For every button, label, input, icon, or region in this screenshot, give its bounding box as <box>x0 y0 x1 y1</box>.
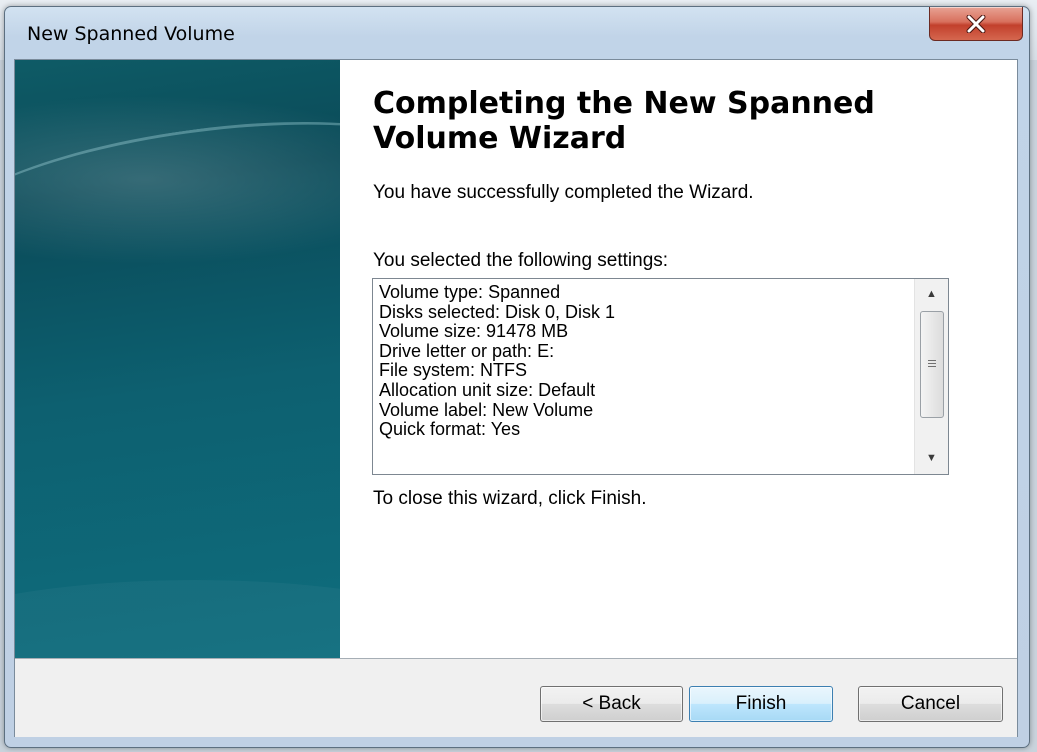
window-title: New Spanned Volume <box>27 23 235 45</box>
scroll-down-arrow-icon[interactable]: ▼ <box>915 445 948 471</box>
vertical-scrollbar[interactable]: ▲ ▼ <box>914 279 948 474</box>
wizard-heading: Completing the New Spanned Volume Wizard <box>373 86 875 156</box>
scrollbar-thumb[interactable] <box>920 311 944 418</box>
finish-button[interactable]: Finish <box>689 686 833 722</box>
settings-summary-box[interactable]: Volume type: Spanned Disks selected: Dis… <box>372 278 949 475</box>
setting-line: Disks selected: Disk 0, Disk 1 <box>379 301 616 322</box>
setting-line: File system: NTFS <box>379 360 528 381</box>
close-hint-text: To close this wizard, click Finish. <box>373 488 647 509</box>
cancel-button[interactable]: Cancel <box>858 686 1003 722</box>
success-text: You have successfully completed the Wiza… <box>373 182 754 203</box>
setting-line: Quick format: Yes <box>379 419 521 440</box>
banner-wave <box>15 94 340 309</box>
wizard-dialog: New Spanned Volume Completing the New Sp… <box>4 6 1030 748</box>
back-button[interactable]: < Back <box>540 686 683 722</box>
wizard-content: Completing the New Spanned Volume Wizard… <box>340 60 1017 658</box>
banner-wave <box>15 580 340 658</box>
button-bar: < Back Finish Cancel <box>15 658 1017 737</box>
setting-line: Drive letter or path: E: <box>379 340 555 361</box>
setting-line: Volume type: Spanned <box>379 283 561 302</box>
settings-list: Volume type: Spanned Disks selected: Dis… <box>379 283 912 469</box>
setting-line: Volume size: 91478 MB <box>379 321 569 342</box>
scroll-up-arrow-icon[interactable]: ▲ <box>915 281 948 307</box>
title-bar[interactable]: New Spanned Volume <box>5 7 1029 59</box>
grip-icon <box>928 360 936 369</box>
close-button[interactable] <box>929 7 1023 41</box>
setting-line: Volume label: New Volume <box>379 399 594 420</box>
wizard-banner <box>15 60 340 658</box>
close-icon <box>966 14 986 33</box>
setting-line: Allocation unit size: Default <box>379 379 596 400</box>
settings-intro: You selected the following settings: <box>373 250 669 271</box>
dialog-client-area: Completing the New Spanned Volume Wizard… <box>14 59 1018 737</box>
